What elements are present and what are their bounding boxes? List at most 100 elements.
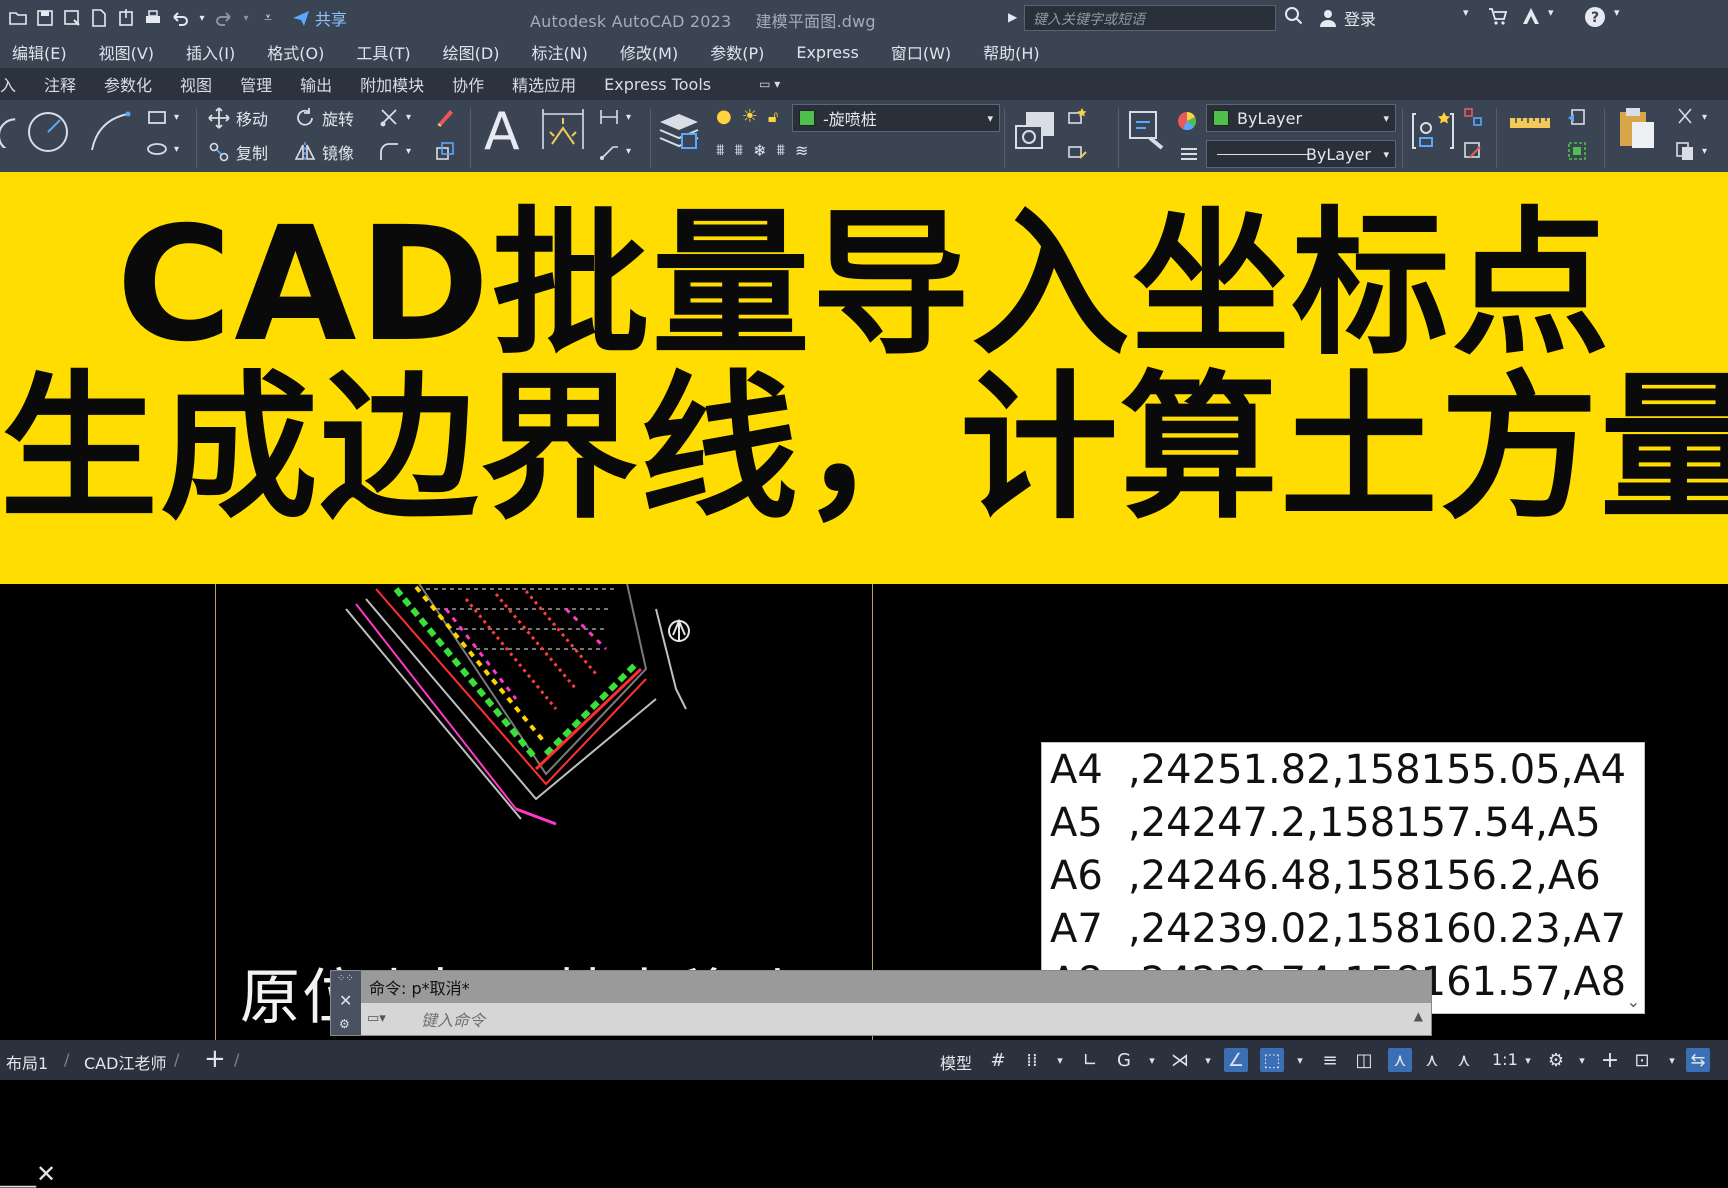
linetype-dropdown[interactable]: ByLayer ▾ [1206,140,1396,168]
layer-match-icon[interactable]: ≋ [795,141,808,160]
command-prompt-icon[interactable]: ▭▾ [367,1011,386,1026]
create-block-icon[interactable] [1066,106,1088,128]
tab-featured-apps[interactable]: 精选应用 [498,72,590,96]
scale-dropdown-icon[interactable]: ▾ [1516,1048,1540,1072]
tab-layout2[interactable]: CAD江老师 [84,1050,166,1074]
ungroup-icon[interactable] [1462,106,1484,128]
menu-draw[interactable]: 绘图(D) [443,40,500,64]
trim-tool-icon[interactable]: ▾ [378,106,411,128]
group-edit-icon[interactable] [1462,140,1484,162]
tab-express-tools[interactable]: Express Tools [590,75,725,94]
text-tool-icon[interactable]: A [484,106,520,158]
plot-icon[interactable] [143,8,163,28]
menu-help[interactable]: 帮助(H) [983,40,1040,64]
close-icon[interactable]: ✕ [339,991,352,1010]
search-input[interactable]: 键入关键字或短语 [1024,5,1276,31]
sun-icon[interactable]: ☀ [742,106,758,127]
transparency-icon[interactable]: ◫ [1352,1048,1376,1072]
menu-dimension[interactable]: 标注(N) [531,40,587,64]
isodraft-icon[interactable]: ⋊ [1168,1048,1192,1072]
workspace-dropdown-icon[interactable]: ▾ [1570,1048,1594,1072]
color-dropdown[interactable]: ByLayer ▾ [1206,104,1396,132]
tab-addins[interactable]: 附加模块 [346,72,438,96]
cut-icon[interactable]: ▾ [1674,106,1707,128]
help-dropdown-icon[interactable]: ▾ [1614,6,1620,19]
cart-icon[interactable] [1488,6,1508,26]
copy-clip-icon[interactable]: ▾ [1674,140,1707,162]
export-icon[interactable] [116,8,136,28]
copy-button[interactable]: 复制 [208,140,268,164]
quick-select-icon[interactable] [1566,106,1588,128]
rectangle-tool-icon[interactable]: ▾ [146,106,179,128]
insert-block-icon[interactable] [1012,108,1058,154]
layer-lock-icon[interactable]: ⩩ [777,140,786,160]
lineweight-icon[interactable]: ≡ [1318,1048,1342,1072]
tab-manage[interactable]: 管理 [226,72,286,96]
new-sheet-icon[interactable] [89,8,109,28]
rotate-button[interactable]: 旋转 [294,106,354,130]
tab-insert[interactable]: 入 [0,72,30,96]
leader-tool-icon[interactable]: ▾ [598,140,631,162]
tab-parametric[interactable]: 参数化 [90,72,166,96]
menu-insert[interactable]: 插入(I) [186,40,235,64]
move-button[interactable]: 移动 [208,106,268,130]
array-tool-icon[interactable] [434,140,456,162]
object-snap-tracking-icon[interactable]: ∠ [1224,1048,1248,1072]
tab-output[interactable]: 输出 [286,72,346,96]
command-line-grip[interactable]: ⁘⁘ ✕ ⚙ [331,971,361,1035]
quick-properties-icon[interactable]: ⇆ [1686,1048,1710,1072]
customize-dropdown-icon[interactable]: ⩡ [258,8,278,28]
scroll-down-icon[interactable]: ⌄ [1627,992,1640,1011]
polar-dropdown-icon[interactable]: ▾ [1140,1048,1164,1072]
share-button[interactable]: 共享 [291,6,347,30]
layer-isolate-icon[interactable]: ⩩ [716,140,725,160]
lightbulb-icon[interactable]: ● [716,106,732,127]
customize-icon[interactable]: ⚙ [339,1017,350,1031]
annotation-visibility-icon[interactable]: ⋏ [1388,1048,1412,1072]
redo-dropdown-icon[interactable]: ▾ [241,8,251,28]
polyline-arc-tool-icon[interactable] [88,110,132,154]
circle-tool-icon[interactable] [26,110,70,154]
menu-parametric[interactable]: 参数(P) [710,40,764,64]
ortho-icon[interactable]: ∟ [1078,1048,1102,1072]
color-wheel-icon[interactable] [1176,110,1198,132]
open-folder-icon[interactable] [8,8,28,28]
layer-dropdown[interactable]: -旋喷桩 ▾ [792,104,1000,132]
annotation-scale-value[interactable]: 1:1 [1492,1050,1518,1069]
login-button[interactable]: 登录 [1318,6,1376,30]
help-icon[interactable]: ? [1584,6,1606,28]
login-dropdown-icon[interactable]: ▾ [1463,6,1469,19]
search-icon[interactable] [1284,6,1304,26]
command-history-toggle-icon[interactable]: ▲ [1414,1009,1423,1023]
erase-tool-icon[interactable] [434,106,456,128]
isodraft-dropdown-icon[interactable]: ▾ [1196,1048,1220,1072]
grid-icon[interactable]: # [986,1048,1010,1072]
annotation-monitor-icon[interactable]: + [1598,1048,1622,1073]
units-icon[interactable]: ⊡ [1630,1048,1654,1072]
mirror-button[interactable]: 镜像 [294,140,354,164]
list-icon[interactable] [1178,144,1200,166]
snap-dropdown-icon[interactable]: ▾ [1048,1048,1072,1072]
layer-freeze-icon[interactable]: ❄ [753,141,766,160]
menu-format[interactable]: 格式(O) [267,40,324,64]
linear-dimension-icon[interactable]: ▾ [598,106,631,128]
tab-collaborate[interactable]: 协作 [438,72,498,96]
annotation-scale-icon[interactable]: ⋏ [1452,1048,1476,1072]
arc-tool-icon[interactable] [0,108,26,148]
object-snap-icon[interactable]: ⬚ [1260,1048,1284,1072]
ribbon-minimize-button[interactable]: ▭ ▾ [745,77,794,91]
undo-icon[interactable] [170,8,190,28]
units-dropdown-icon[interactable]: ▾ [1660,1048,1684,1072]
paste-icon[interactable] [1614,106,1660,152]
ellipse-tool-icon[interactable]: ▾ [146,138,179,160]
tab-layout1[interactable]: 布局1 [6,1050,48,1074]
polar-icon[interactable]: G [1112,1048,1136,1072]
redo-icon[interactable] [214,8,234,28]
properties-icon[interactable] [1126,108,1172,154]
a360-dropdown-icon[interactable]: ▾ [1548,6,1554,19]
undo-dropdown-icon[interactable]: ▾ [197,8,207,28]
measure-icon[interactable] [1508,112,1552,134]
unlock-icon[interactable]: 🔓︎ [768,107,778,127]
tab-annotate[interactable]: 注释 [30,72,90,96]
workspace-gear-icon[interactable]: ⚙ [1544,1048,1568,1072]
